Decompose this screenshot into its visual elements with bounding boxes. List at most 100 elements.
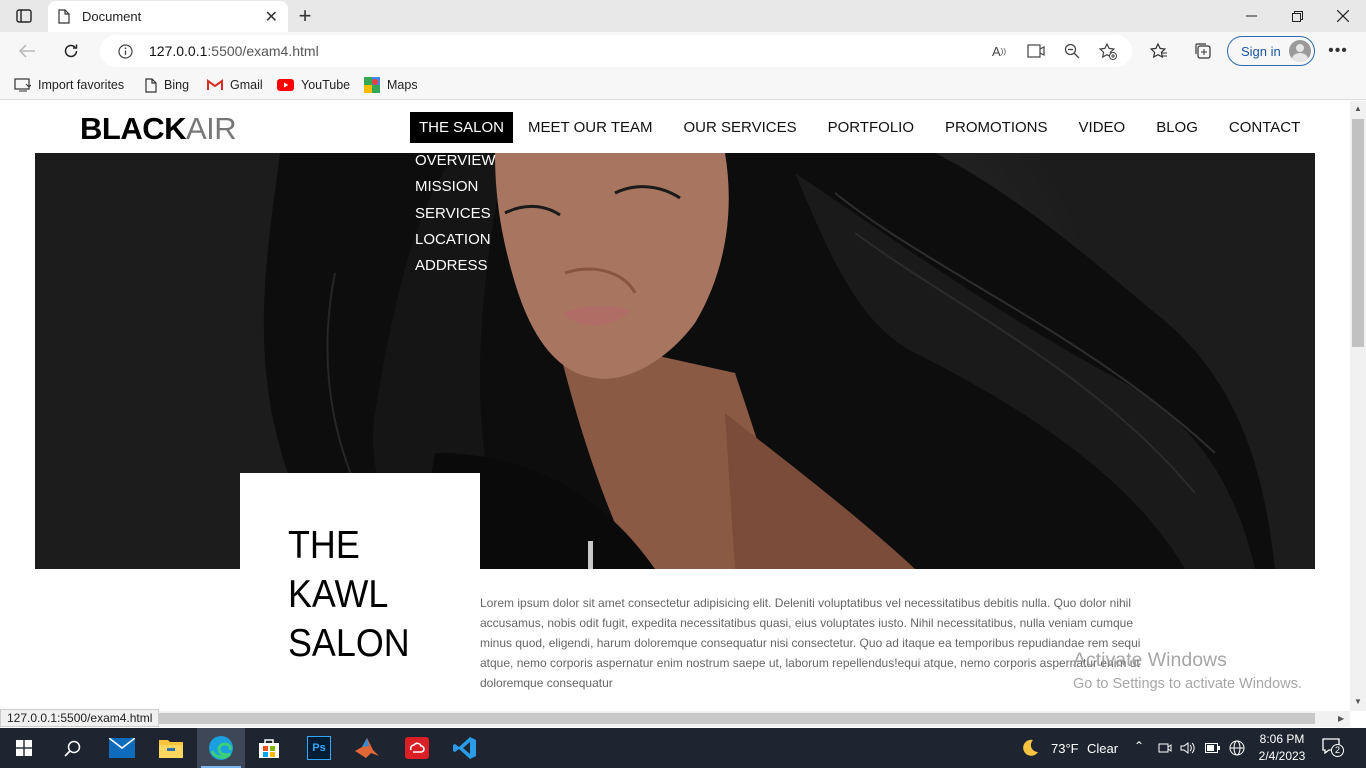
main-nav: THE SALON MEET OUR TEAM OUR SERVICES POR… [410, 112, 1323, 143]
vertical-scroll-thumb[interactable] [1352, 119, 1364, 347]
store-icon [259, 739, 279, 758]
new-tab-button[interactable]: + [292, 3, 318, 28]
dropdown-services[interactable]: SERVICES [415, 205, 496, 232]
sign-in-label: Sign in [1241, 43, 1281, 59]
import-icon [14, 77, 31, 91]
clock-time: 8:06 PM [1259, 732, 1305, 746]
collections-button[interactable] [1188, 36, 1218, 66]
browser-toolbar: 127.0.0.1:5500/exam4.html A)) Sign in ••… [0, 32, 1366, 70]
notifications-button[interactable]: 2 [1322, 738, 1344, 758]
status-url: 127.0.0.1:5500/exam4.html [0, 709, 160, 727]
creative-cloud-icon [405, 737, 429, 759]
volume-icon[interactable] [1180, 741, 1195, 755]
nav-our-services[interactable]: OUR SERVICES [676, 112, 805, 143]
tab-strip: Document ✕ + [0, 0, 1366, 32]
tab-close-icon[interactable]: ✕ [265, 7, 278, 27]
restore-button[interactable] [1274, 0, 1320, 32]
horizontal-scroll-thumb[interactable] [150, 713, 1315, 724]
logo-bold-text: BLACK [80, 111, 187, 146]
favorite-bing[interactable]: Bing [145, 75, 189, 95]
vscode-app[interactable] [441, 728, 489, 768]
favorite-label: YouTube [301, 78, 351, 92]
vertical-scrollbar[interactable]: ▲ ▼ [1350, 101, 1366, 711]
favorite-gmail[interactable]: Gmail [207, 75, 263, 95]
weather-temp[interactable]: 73°F [1051, 741, 1079, 756]
nav-portfolio[interactable]: PORTFOLIO [820, 112, 922, 143]
url-path: :5500/exam4.html [207, 43, 319, 59]
windows-taskbar: Ps 73°F Clear ⌃ 8:06 PM 2/4/2023 2 [0, 728, 1366, 768]
browser-tab[interactable]: Document ✕ [48, 1, 288, 32]
back-button[interactable] [12, 36, 42, 66]
add-favorite-icon[interactable] [1097, 41, 1119, 61]
system-clock[interactable]: 8:06 PM 2/4/2023 [1250, 731, 1314, 765]
tab-actions-button[interactable] [6, 3, 42, 29]
dropdown-address[interactable]: ADDRESS [415, 258, 496, 284]
page-viewport: BLACKAIR THE SALON MEET OUR TEAM OUR SER… [0, 101, 1350, 711]
address-bar[interactable]: 127.0.0.1:5500/exam4.html A)) [100, 35, 1132, 67]
dropdown-overview[interactable]: OVERVIEW [415, 152, 496, 179]
matlab-app[interactable] [343, 728, 391, 768]
dropdown-location[interactable]: LOCATION [415, 231, 496, 258]
windows-logo-icon [16, 740, 32, 756]
mail-app[interactable] [98, 728, 146, 768]
close-window-button[interactable] [1320, 0, 1366, 32]
tab-actions-icon [16, 9, 32, 23]
store-app[interactable] [245, 728, 293, 768]
photoshop-app[interactable]: Ps [295, 728, 343, 768]
favorite-label: Maps [387, 78, 418, 92]
scroll-up-icon[interactable]: ▲ [1354, 104, 1362, 113]
minimize-button[interactable] [1228, 0, 1274, 32]
folder-icon [159, 740, 183, 758]
scroll-right-icon[interactable]: ▶ [1338, 714, 1344, 723]
nav-meet-our-team[interactable]: MEET OUR TEAM [520, 112, 660, 143]
collections-icon [1195, 43, 1211, 59]
meet-now-icon[interactable] [1158, 741, 1172, 755]
battery-icon[interactable] [1205, 743, 1220, 753]
favorite-import[interactable]: Import favorites [14, 75, 124, 95]
refresh-button[interactable] [56, 36, 86, 66]
favorites-button[interactable] [1144, 36, 1174, 66]
youtube-icon [277, 79, 294, 91]
nav-blog[interactable]: BLOG [1148, 112, 1206, 143]
document-icon [58, 9, 70, 24]
site-logo[interactable]: BLACKAIR [80, 111, 237, 147]
settings-more-button[interactable]: ••• [1323, 36, 1353, 66]
creative-cloud-app[interactable] [393, 728, 441, 768]
intro-paragraph: Lorem ipsum dolor sit amet consectetur a… [480, 596, 1141, 690]
favorite-youtube[interactable]: YouTube [277, 75, 350, 95]
watermark-subtitle: Go to Settings to activate Windows. [1073, 676, 1302, 692]
edge-icon [209, 736, 233, 760]
dropdown-mission[interactable]: MISSION [415, 179, 496, 205]
favorite-label: Import favorites [38, 78, 125, 92]
search-button[interactable] [48, 728, 96, 768]
edge-app[interactable] [197, 728, 245, 768]
favorite-label: Gmail [230, 78, 263, 92]
salon-title-line: SALON [288, 622, 410, 665]
nav-the-salon[interactable]: THE SALON [410, 112, 514, 143]
tab-title: Document [82, 9, 142, 24]
activate-windows-watermark: Activate Windows Go to Settings to activ… [1073, 649, 1302, 692]
sign-in-button[interactable]: Sign in [1227, 36, 1315, 66]
back-arrow-icon [18, 44, 35, 58]
tray-chevron-up-icon[interactable]: ⌃ [1134, 739, 1144, 753]
notification-count: 2 [1331, 744, 1344, 757]
zoom-out-icon[interactable] [1061, 41, 1083, 61]
maps-icon [364, 77, 380, 93]
clock-date: 2/4/2023 [1258, 749, 1306, 763]
favorite-maps[interactable]: Maps [364, 75, 418, 95]
read-aloud-icon[interactable]: A)) [988, 41, 1010, 61]
nav-video[interactable]: VIDEO [1071, 112, 1134, 143]
file-explorer-app[interactable] [147, 728, 195, 768]
search-icon [63, 740, 80, 757]
horizontal-scrollbar[interactable]: ▶ [0, 711, 1350, 727]
salon-dropdown-menu: OVERVIEW MISSION SERVICES LOCATION ADDRE… [415, 152, 496, 284]
immersive-reader-icon[interactable] [1025, 41, 1047, 61]
salon-title: THE KAWL SALON [288, 521, 426, 668]
start-button[interactable] [0, 728, 48, 768]
scroll-down-icon[interactable]: ▼ [1354, 697, 1362, 706]
watermark-title: Activate Windows [1073, 649, 1227, 671]
network-globe-icon[interactable] [1229, 740, 1245, 756]
nav-contact[interactable]: CONTACT [1221, 112, 1308, 143]
nav-promotions[interactable]: PROMOTIONS [937, 112, 1056, 143]
weather-desc[interactable]: Clear [1087, 741, 1118, 756]
